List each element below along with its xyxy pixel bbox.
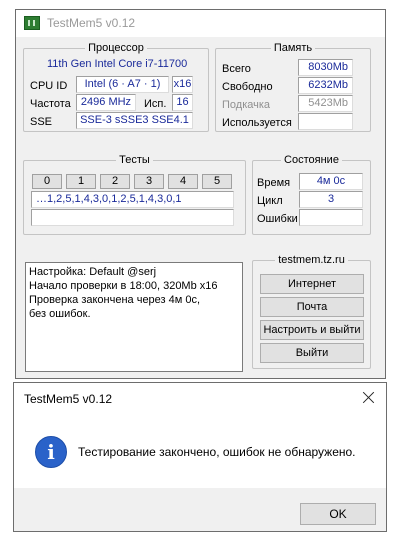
dialog-message: Тестирование закончено, ошибок не обнару… xyxy=(78,445,356,459)
test-number-3: 3 xyxy=(134,174,164,189)
close-icon[interactable] xyxy=(360,389,378,407)
mem-total-label: Всего xyxy=(222,63,251,75)
used-threads-field: 16 xyxy=(172,94,193,111)
mem-total-field: 8030Mb xyxy=(298,59,353,76)
ok-button[interactable]: OK xyxy=(300,503,376,525)
exit-button[interactable]: Выйти xyxy=(260,343,364,363)
tests-heading: Тесты xyxy=(116,154,153,166)
mem-used-label: Используется xyxy=(222,117,292,129)
log-textbox[interactable]: Настройка: Default @serj Начало проверки… xyxy=(25,262,243,372)
cpu-threads-field: x16 xyxy=(172,76,193,93)
testmem-window: TestMem5 v0.12 Процессор 11th Gen Intel … xyxy=(15,9,386,379)
dialog-title-bar[interactable]: TestMem5 v0.12 xyxy=(14,383,386,414)
cpu-heading: Процессор xyxy=(85,42,147,54)
time-field: 4м 0с xyxy=(299,173,363,190)
cycle-label: Цикл xyxy=(257,195,283,207)
test-number-1: 1 xyxy=(66,174,96,189)
errors-label: Ошибки xyxy=(257,213,298,225)
memory-heading: Память xyxy=(270,42,316,54)
time-label: Время xyxy=(257,177,291,189)
cpu-id-label: CPU ID xyxy=(30,80,68,92)
mem-used-field xyxy=(298,113,353,130)
log-line: Проверка закончена через 4м 0с, xyxy=(29,294,201,306)
mem-free-field: 6232Mb xyxy=(298,77,353,94)
mem-swap-label: Подкачка xyxy=(222,99,271,111)
test-number-2: 2 xyxy=(100,174,130,189)
cpu-name: 11th Gen Intel Core i7-11700 xyxy=(47,58,188,70)
freq-label: Частота xyxy=(30,98,71,110)
dialog-title: TestMem5 v0.12 xyxy=(24,392,113,406)
log-line: Настройка: Default @serj xyxy=(29,266,157,278)
log-line: Начало проверки в 18:00, 320Mb x16 xyxy=(29,280,218,292)
info-icon: i xyxy=(35,436,67,468)
title-bar[interactable]: TestMem5 v0.12 xyxy=(16,10,385,37)
site-heading: testmem.tz.ru xyxy=(275,254,348,266)
internet-button[interactable]: Интернет xyxy=(260,274,364,294)
cpu-id-field: Intel (6 · A7 · 1) xyxy=(76,76,169,93)
used-threads-label: Исп. xyxy=(144,98,167,110)
test-sequence-field: …1,2,5,1,4,3,0,1,2,5,1,4,3,0,1 xyxy=(31,191,234,208)
app-icon xyxy=(24,16,40,30)
test-number-5: 5 xyxy=(202,174,232,189)
status-heading: Состояние xyxy=(281,154,342,166)
test-progress-field xyxy=(31,209,234,226)
test-number-4: 4 xyxy=(168,174,198,189)
freq-field: 2496 MHz xyxy=(76,94,136,111)
cycle-field: 3 xyxy=(299,191,363,208)
test-number-0: 0 xyxy=(32,174,62,189)
errors-field xyxy=(299,209,363,226)
window-title: TestMem5 v0.12 xyxy=(47,16,136,30)
sse-field: SSE-3 sSSE3 SSE4.1 xyxy=(76,112,193,129)
dialog-body: i Тестирование закончено, ошибок не обна… xyxy=(14,414,386,488)
log-line: без ошибок. xyxy=(29,308,91,320)
completion-dialog: TestMem5 v0.12 i Тестирование закончено,… xyxy=(13,382,387,532)
sse-label: SSE xyxy=(30,116,53,128)
mem-free-label: Свободно xyxy=(222,81,273,93)
mem-swap-field: 5423Mb xyxy=(298,95,353,112)
mail-button[interactable]: Почта xyxy=(260,297,364,317)
configure-exit-button[interactable]: Настроить и выйти xyxy=(260,320,364,340)
